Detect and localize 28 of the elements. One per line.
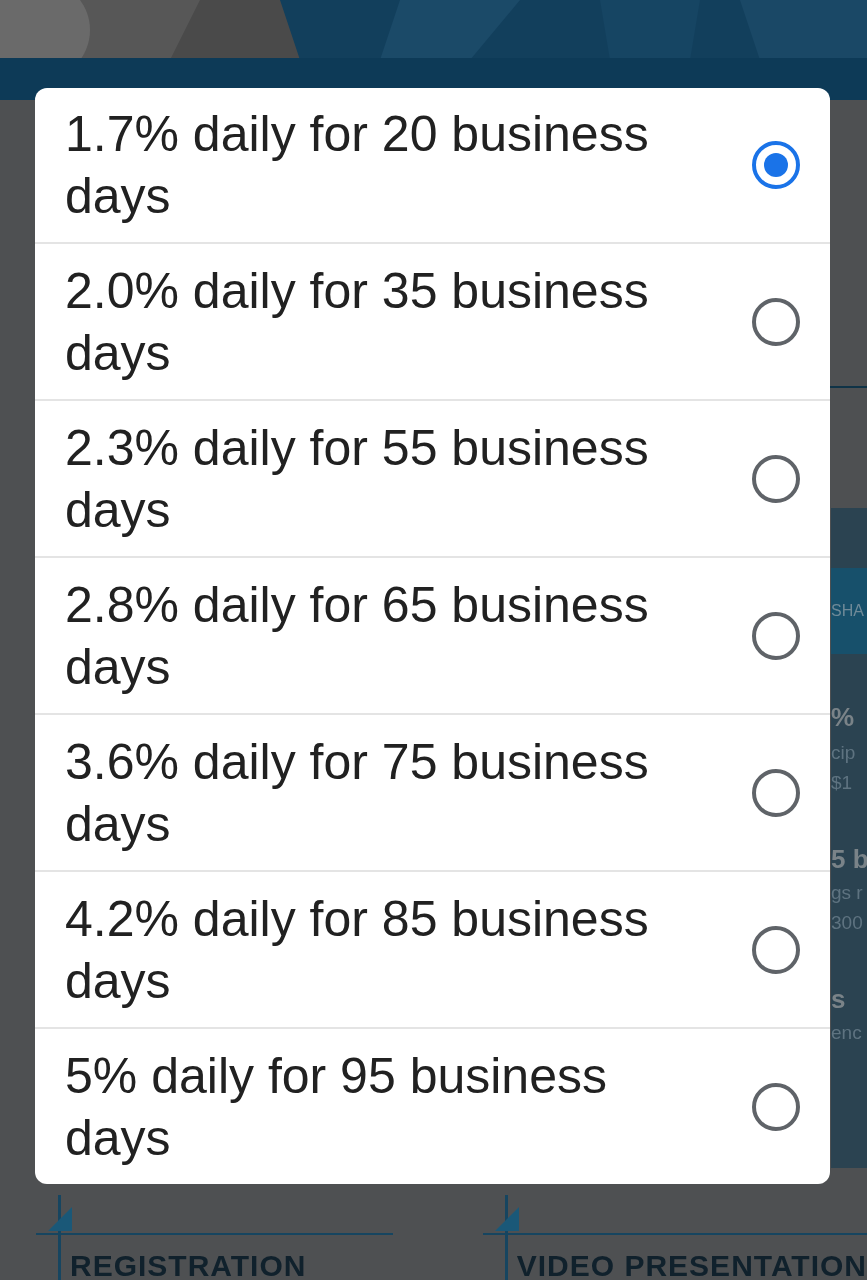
option-label: 5% daily for 95 business days <box>65 1046 608 1168</box>
option-label: 4.2% daily for 85 business days <box>65 889 650 1011</box>
option-row[interactable]: 2.3% daily for 55 business days <box>35 399 830 556</box>
divider-line <box>827 386 867 388</box>
radio-button[interactable] <box>752 141 800 189</box>
radio-button[interactable] <box>752 454 800 503</box>
heading-fragment: s <box>831 986 847 1012</box>
option-row[interactable]: 2.8% daily for 65 business days <box>35 556 830 713</box>
badge-label: SHA <box>831 568 867 654</box>
radio-button[interactable] <box>752 297 800 346</box>
radio-button[interactable] <box>752 611 800 660</box>
option-label: 2.8% daily for 65 business days <box>65 575 650 697</box>
heading-fragment: 5 b <box>831 846 867 872</box>
radio-button[interactable] <box>752 768 800 817</box>
heading-fragment: % <box>831 704 856 730</box>
section-title: REGISTRATION <box>70 1249 308 1280</box>
option-row[interactable]: 3.6% daily for 75 business days <box>35 713 830 870</box>
option-row[interactable]: 2.0% daily for 35 business days <box>35 242 830 399</box>
radio-button[interactable] <box>752 925 800 974</box>
option-label: 1.7% daily for 20 business days <box>65 105 650 226</box>
option-label: 3.6% daily for 75 business days <box>65 732 650 854</box>
radio-button[interactable] <box>752 1082 800 1131</box>
option-label: 2.0% daily for 35 business days <box>65 261 650 383</box>
section-title: VIDEO PRESENTATION <box>516 1249 867 1280</box>
option-row[interactable]: 1.7% daily for 20 business days <box>35 88 830 242</box>
option-label: 2.3% daily for 55 business days <box>65 418 650 540</box>
option-row[interactable]: 4.2% daily for 85 business days <box>35 870 830 1027</box>
option-row[interactable]: 5% daily for 95 business days <box>35 1027 830 1184</box>
